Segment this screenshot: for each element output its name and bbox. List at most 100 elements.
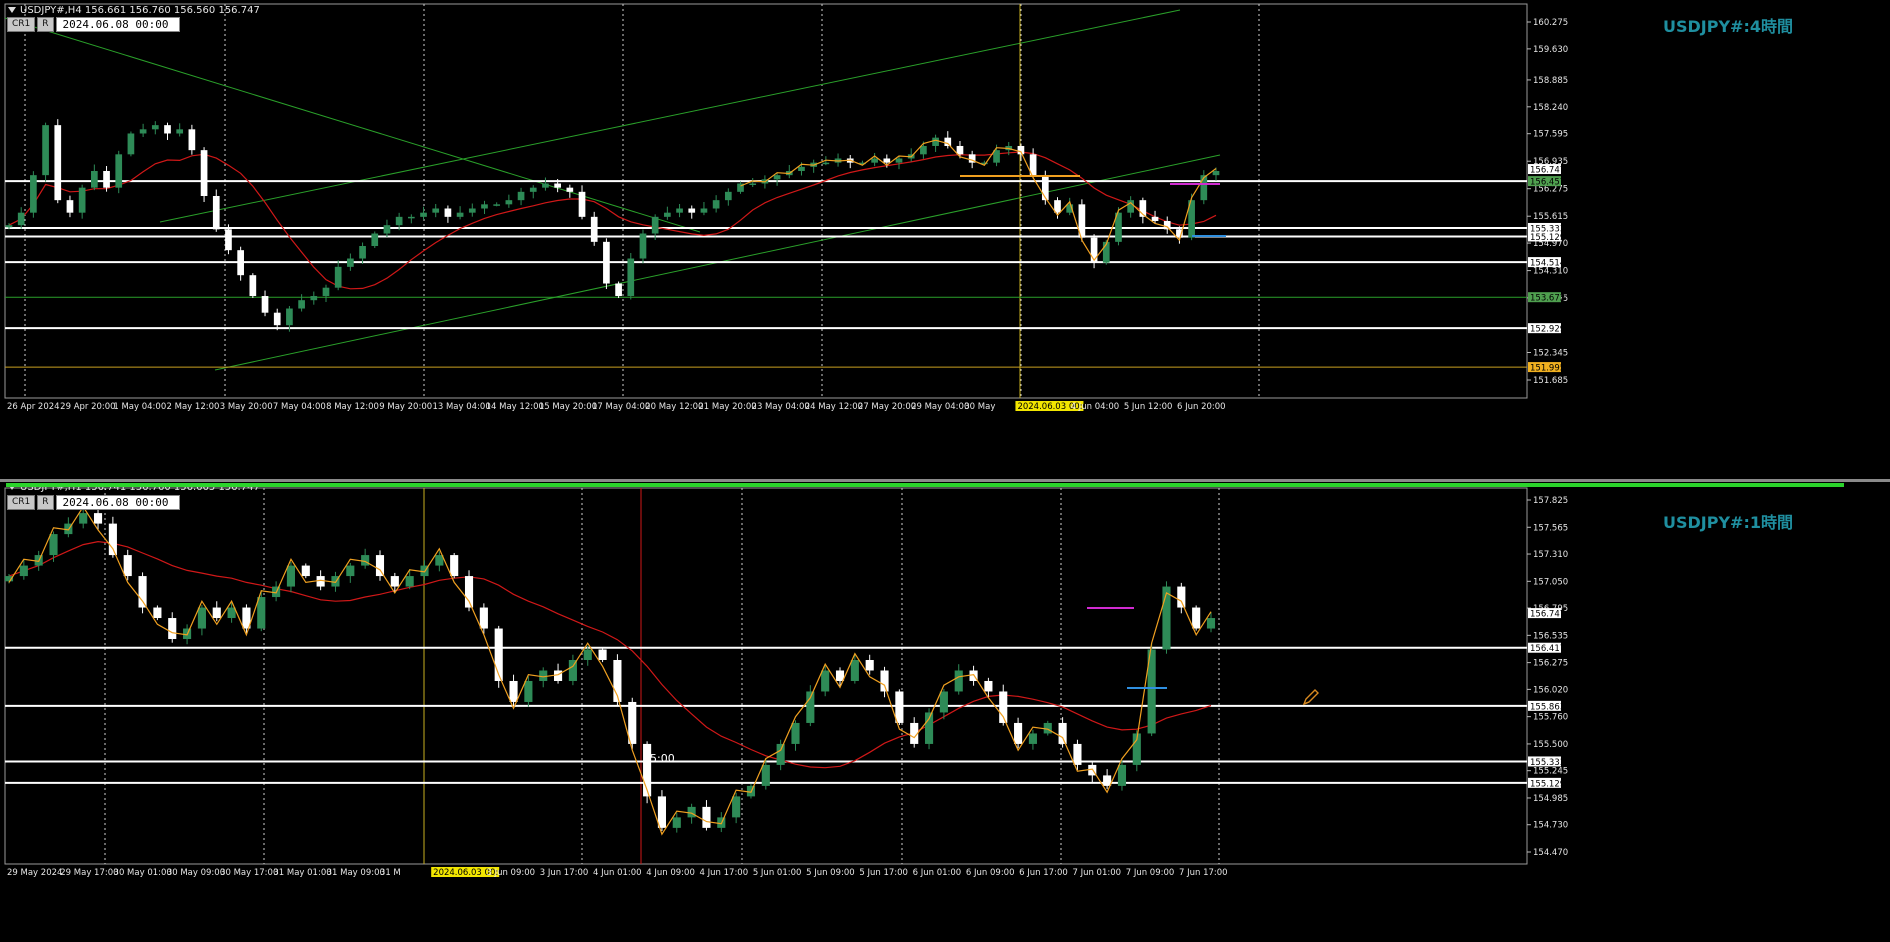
- candle: [322, 287, 330, 297]
- price-label: 156.457: [1530, 178, 1565, 188]
- y-tick-label: 155.500: [1533, 740, 1568, 750]
- pencil-icon[interactable]: [1302, 688, 1320, 706]
- x-tick-label: 7 Jun 09:00: [1126, 868, 1175, 878]
- candle: [529, 187, 537, 192]
- y-tick-label: 160.275: [1533, 18, 1568, 28]
- candle: [554, 670, 563, 681]
- candle: [598, 649, 607, 660]
- x-tick-label: 6 Jun 09:00: [966, 868, 1015, 878]
- x-tick-label: 2 May 12:00: [167, 402, 220, 412]
- candle: [310, 296, 318, 301]
- candle: [407, 216, 415, 219]
- h4-header-text: USDJPY#,H4 156.661 156.760 156.560 156.7…: [20, 5, 260, 16]
- cr1-button[interactable]: CR1: [7, 494, 36, 510]
- trend-line[interactable]: [159, 9, 1181, 223]
- x-tick-label: 30 May 17:00: [220, 868, 278, 878]
- y-tick-label: 154.985: [1533, 794, 1568, 804]
- candle: [850, 660, 859, 681]
- candle: [464, 576, 474, 608]
- candle: [249, 275, 257, 297]
- candle: [1058, 722, 1067, 744]
- price-label: 155.129: [1530, 779, 1565, 789]
- x-tick-label: 6 Jun 20:00: [1177, 402, 1226, 412]
- r-button[interactable]: R: [37, 494, 54, 510]
- x-tick-label: 23 May 04:00: [752, 402, 810, 412]
- candle: [108, 523, 117, 556]
- plot-frame: [4, 487, 1528, 865]
- x-tick-label: 30 May 01:00: [114, 868, 172, 878]
- r-button[interactable]: R: [37, 16, 54, 32]
- candle: [880, 670, 889, 692]
- x-tick-label: 6 Jun 01:00: [913, 868, 962, 878]
- candle: [371, 233, 379, 247]
- time-marker-label: 15:00: [643, 752, 675, 765]
- candle: [151, 125, 159, 130]
- h4-chart-svg[interactable]: 160.275159.630158.885158.240157.595156.9…: [0, 0, 1890, 480]
- candle: [127, 133, 135, 155]
- candle: [91, 170, 98, 188]
- candle: [1177, 586, 1186, 608]
- h4-chart-pane[interactable]: 160.275 159.630 158.885 158.240 157.595 156.9…: [0, 0, 1890, 480]
- candle: [420, 212, 427, 217]
- candle: [212, 607, 221, 619]
- candle: [773, 175, 781, 180]
- candle: [237, 250, 244, 276]
- candle: [791, 722, 800, 744]
- candle: [724, 191, 732, 201]
- date-input[interactable]: 2024.06.08 00:00: [55, 494, 180, 510]
- candle: [566, 187, 574, 192]
- candle: [200, 150, 208, 196]
- candle: [30, 175, 37, 213]
- x-tick-label: 3 May 20:00: [220, 402, 273, 412]
- zigzag-line: [8, 505, 1212, 836]
- candle: [334, 266, 342, 288]
- x-tick-label: 7 May 04:00: [273, 402, 326, 412]
- candle: [273, 312, 281, 326]
- y-tick-label: 156.275: [1533, 659, 1568, 669]
- x-tick-label: 29 May 2024: [7, 868, 62, 878]
- candle: [1192, 607, 1201, 629]
- price-label: 154.514: [1530, 259, 1565, 269]
- candle: [1028, 733, 1037, 744]
- price-label: 153.672: [1530, 294, 1565, 304]
- x-tick-label: 30 May 09:00: [167, 868, 225, 878]
- candle: [115, 154, 123, 188]
- h1-chart-pane[interactable]: 157.825157.565157.310157.050156.795156.5…: [0, 482, 1890, 942]
- h4-header: USDJPY#,H4 156.661 156.760 156.560 156.7…: [8, 5, 260, 16]
- x-tick-label: 7 Jun 17:00: [1179, 868, 1228, 878]
- trend-line[interactable]: [4, 17, 701, 233]
- h4-watermark: USDJPY#:4時間: [1662, 17, 1793, 36]
- h1-chart-svg[interactable]: 157.825157.565157.310157.050156.795156.5…: [0, 482, 1890, 942]
- candle: [920, 145, 927, 155]
- candle: [54, 125, 62, 201]
- price-label: 155.863: [1530, 702, 1565, 712]
- x-tick-label: 29 May 17:00: [60, 868, 118, 878]
- price-label: 156.417: [1530, 644, 1565, 654]
- date-input[interactable]: 2024.06.08 00:00: [55, 16, 180, 32]
- candle: [944, 137, 952, 146]
- candle: [286, 565, 296, 587]
- candle: [450, 555, 459, 577]
- candle: [657, 796, 666, 828]
- candle: [123, 555, 132, 577]
- candle: [554, 183, 561, 188]
- collapse-icon[interactable]: [8, 7, 16, 13]
- x-tick-label: 31 May 09:00: [327, 868, 385, 878]
- candle: [301, 565, 310, 577]
- cr1-button[interactable]: CR1: [7, 16, 36, 32]
- candle: [1212, 170, 1220, 176]
- y-tick-label: 157.050: [1533, 577, 1568, 587]
- candle: [479, 607, 488, 629]
- candle: [732, 796, 741, 818]
- candle: [42, 125, 49, 176]
- candle: [1163, 221, 1171, 230]
- candle: [603, 241, 610, 284]
- candle: [168, 618, 177, 640]
- candle: [776, 743, 785, 765]
- candle: [883, 158, 891, 163]
- x-tick-label: 4 Jun 01:00: [593, 868, 642, 878]
- candle: [798, 166, 805, 171]
- candle: [676, 208, 683, 213]
- candle: [700, 208, 708, 213]
- candle: [568, 660, 577, 681]
